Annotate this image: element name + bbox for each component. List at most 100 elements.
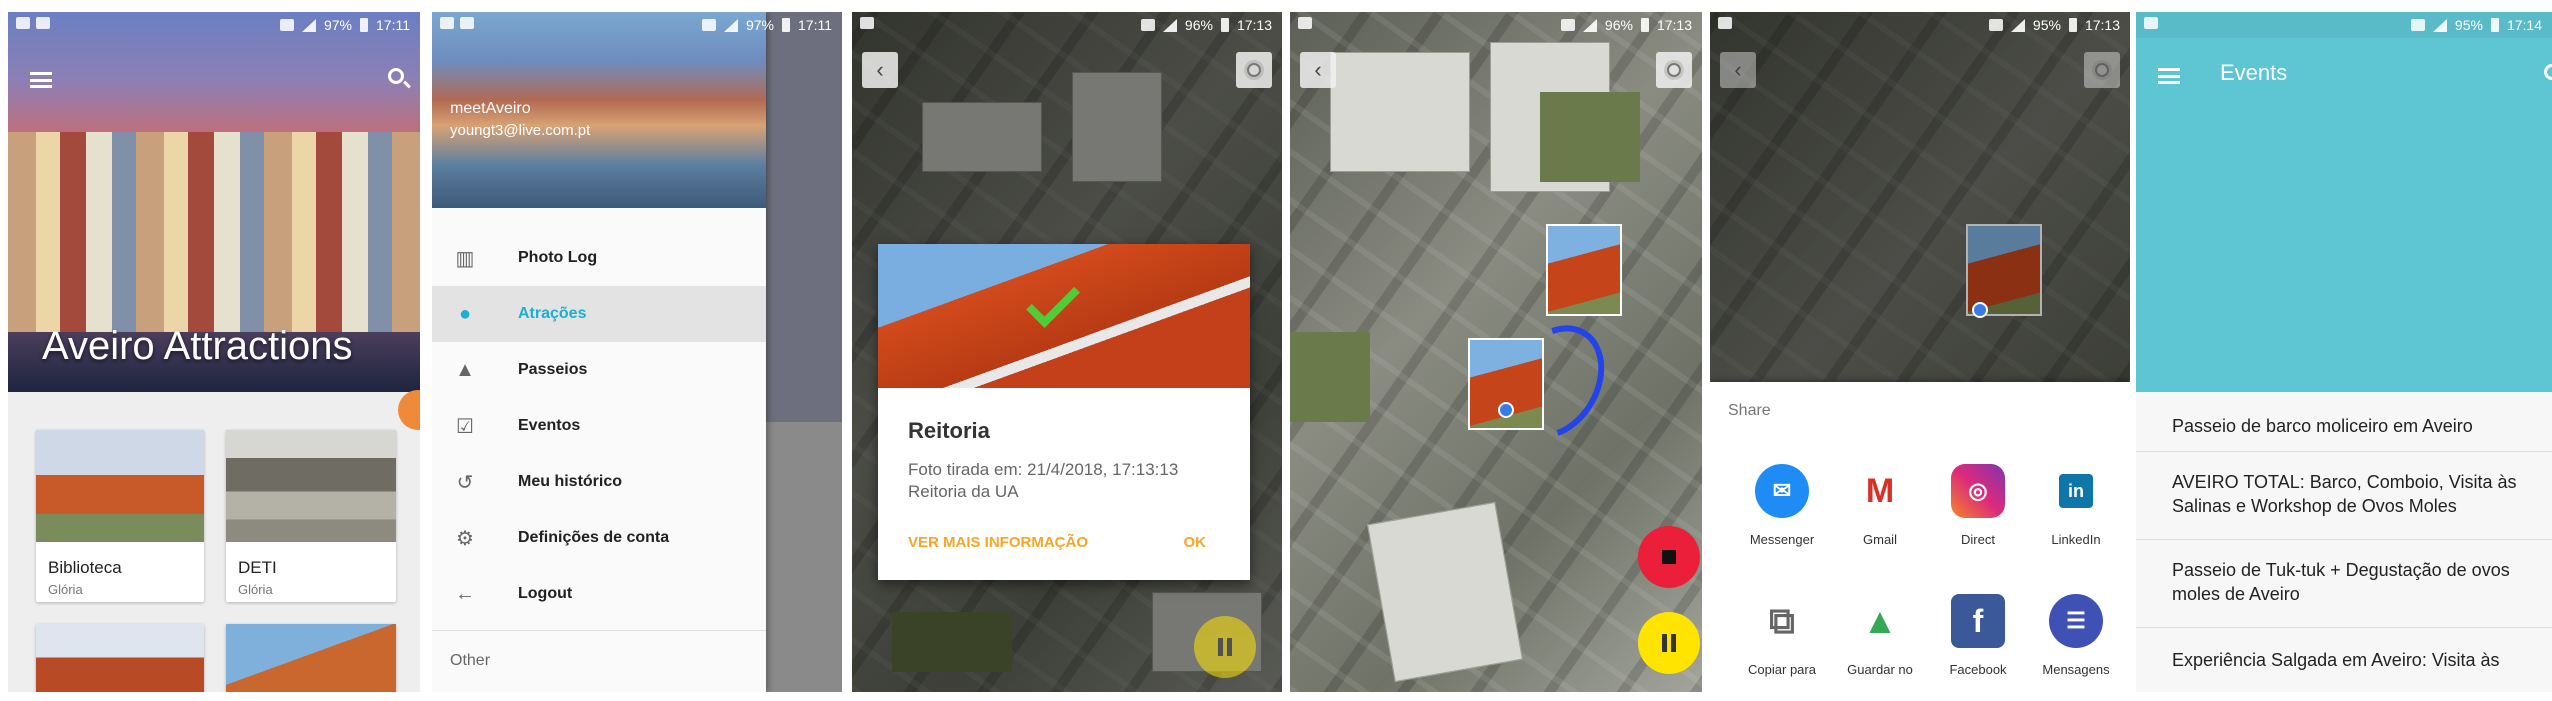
navigation-arrow-icon: ▲ bbox=[455, 358, 475, 381]
drawer-item-atracoes[interactable]: ● Atrações bbox=[432, 286, 766, 342]
battery-icon bbox=[782, 18, 790, 32]
gmail-icon: M bbox=[1853, 464, 1907, 518]
cast-icon bbox=[279, 19, 294, 31]
messenger-notification-icon bbox=[440, 17, 454, 29]
drawer-item-label: Meu histórico bbox=[518, 473, 623, 490]
drawer-item-historico[interactable]: ↺ Meu histórico bbox=[432, 454, 766, 510]
clock: 17:14 bbox=[2506, 17, 2542, 33]
clock: 17:13 bbox=[1236, 17, 1272, 33]
drawer-header: meetAveiro youngt3@live.com.pt bbox=[432, 12, 766, 208]
events-screen: Events 95% 17:14 Passeio de barco molice… bbox=[2136, 12, 2552, 692]
battery-icon bbox=[1220, 18, 1229, 32]
cast-icon bbox=[1988, 19, 2003, 31]
back-button: ‹ bbox=[1720, 52, 1756, 88]
back-button[interactable]: ‹ bbox=[1300, 52, 1336, 88]
list-item[interactable]: Passeio de barco moliceiro em Aveiro bbox=[2136, 400, 2552, 452]
attraction-name: Biblioteca bbox=[48, 558, 122, 577]
battery-icon bbox=[1640, 18, 1649, 32]
drawer-item-label: Photo Log bbox=[518, 249, 598, 266]
share-app-drive[interactable]: ▲ Guardar no bbox=[1830, 594, 1930, 677]
attraction-card[interactable]: DETI Glória bbox=[226, 430, 396, 602]
messenger-notification-icon bbox=[16, 17, 30, 29]
battery-percent: 95% bbox=[2032, 17, 2061, 33]
user-email: youngt3@live.com.pt bbox=[450, 122, 591, 139]
video-notification-icon bbox=[860, 17, 874, 29]
list-item[interactable]: Passeio de Tuk-tuk + Degustação de ovos … bbox=[2136, 540, 2552, 628]
share-app-direct[interactable]: ◎ Direct bbox=[1928, 464, 2028, 547]
events-list: Passeio de barco moliceiro em Aveiro AVE… bbox=[2136, 392, 2552, 692]
page-title: Aveiro Attractions bbox=[42, 324, 353, 368]
drawer-item-logout[interactable]: ← Logout bbox=[432, 566, 766, 622]
attraction-card[interactable] bbox=[36, 624, 204, 692]
share-app-messages[interactable]: ☰ Mensagens bbox=[2026, 594, 2126, 677]
share-app-label: Messenger bbox=[1749, 532, 1815, 547]
instagram-icon: ◎ bbox=[1951, 464, 2005, 518]
share-app-gmail[interactable]: M Gmail bbox=[1830, 464, 1930, 547]
list-item[interactable]: Experiência Salgada em Aveiro: Visita às bbox=[2136, 628, 2552, 692]
attraction-image bbox=[36, 430, 204, 542]
drawer-item-photo-log[interactable]: ▥ Photo Log bbox=[432, 230, 766, 286]
events-header: Events bbox=[2136, 12, 2552, 392]
my-location-icon bbox=[1667, 63, 1681, 77]
attraction-card[interactable]: Biblioteca Glória bbox=[36, 430, 204, 602]
signal-icon bbox=[2432, 18, 2447, 32]
dialog-title: Reitoria bbox=[908, 418, 990, 443]
more-info-button[interactable]: VER MAIS INFORMAÇÃO bbox=[908, 534, 1088, 551]
battery-percent: 97% bbox=[323, 17, 352, 33]
share-app-facebook[interactable]: f Facebook bbox=[1928, 594, 2028, 677]
my-location-button[interactable] bbox=[1656, 52, 1692, 88]
checkmark-icon bbox=[1026, 274, 1080, 328]
dialog-photo bbox=[878, 244, 1250, 388]
stop-button[interactable] bbox=[1638, 526, 1700, 588]
drawer-item-definicoes[interactable]: ⚙ Definições de conta bbox=[432, 510, 766, 566]
list-item[interactable]: AVEIRO TOTAL: Barco, Comboio, Visita às … bbox=[2136, 452, 2552, 540]
battery-percent: 96% bbox=[1604, 17, 1633, 33]
hamburger-menu-icon[interactable] bbox=[30, 72, 52, 88]
search-icon[interactable] bbox=[2544, 64, 2552, 80]
search-icon[interactable] bbox=[388, 68, 404, 84]
share-app-label: Guardar no bbox=[1847, 662, 1913, 677]
battery-icon bbox=[360, 18, 368, 32]
share-app-copy[interactable]: ⧉ Copiar para bbox=[1732, 594, 1832, 677]
drawer-screen: 97% 17:11 meetAveiro youngt3@live.com.pt… bbox=[432, 12, 842, 692]
drawer-section-other: Other bbox=[450, 652, 491, 669]
attraction-image bbox=[36, 624, 204, 692]
clock: 17:11 bbox=[376, 17, 410, 33]
clock: 17:11 bbox=[798, 17, 832, 33]
drawer-item-label: Passeios bbox=[518, 361, 588, 378]
photo-dialog: Reitoria Foto tirada em: 21/4/2018, 17:1… bbox=[878, 244, 1250, 580]
floating-action-button[interactable] bbox=[398, 390, 420, 430]
photo-marker[interactable] bbox=[1546, 224, 1622, 316]
signal-icon bbox=[2010, 18, 2025, 32]
signal-icon bbox=[1162, 18, 1177, 32]
back-button[interactable]: ‹ bbox=[862, 52, 898, 88]
share-app-messenger[interactable]: ✉ Messenger bbox=[1732, 464, 1832, 547]
facebook-icon: f bbox=[1951, 594, 2005, 648]
map-building bbox=[1367, 501, 1523, 683]
clock: 17:13 bbox=[2084, 17, 2120, 33]
share-screen: 95% 17:13 ‹ Share ✉ Messenger M Gmail ◎ … bbox=[1710, 12, 2130, 692]
linkedin-icon: in bbox=[2049, 464, 2103, 518]
pause-button[interactable] bbox=[1194, 616, 1256, 678]
my-location-button[interactable] bbox=[1236, 52, 1272, 88]
share-app-label: Direct bbox=[1961, 532, 1995, 547]
map-grass bbox=[1540, 92, 1640, 182]
share-app-linkedin[interactable]: in LinkedIn bbox=[2026, 464, 2126, 547]
page-title: Events bbox=[2220, 60, 2288, 85]
attraction-image bbox=[226, 430, 396, 542]
drawer-item-label: Logout bbox=[518, 585, 573, 602]
ok-button[interactable]: OK bbox=[1184, 534, 1207, 551]
status-bar: 95% 17:13 bbox=[1710, 12, 2130, 38]
drawer-item-passeios[interactable]: ▲ Passeios bbox=[432, 342, 766, 398]
cast-icon bbox=[1140, 19, 1155, 31]
drawer-item-eventos[interactable]: ☑ Eventos bbox=[432, 398, 766, 454]
dialog-timestamp: Foto tirada em: 21/4/2018, 17:13:13 bbox=[908, 460, 1179, 479]
video-notification-icon bbox=[36, 17, 50, 29]
signal-icon bbox=[1582, 18, 1597, 32]
pause-button[interactable] bbox=[1638, 612, 1700, 674]
status-bar: 95% 17:14 bbox=[2136, 12, 2552, 38]
attraction-card[interactable] bbox=[226, 624, 396, 692]
hamburger-menu-icon[interactable] bbox=[2158, 68, 2180, 84]
video-notification-icon bbox=[1718, 17, 1732, 29]
cast-icon bbox=[1560, 19, 1575, 31]
